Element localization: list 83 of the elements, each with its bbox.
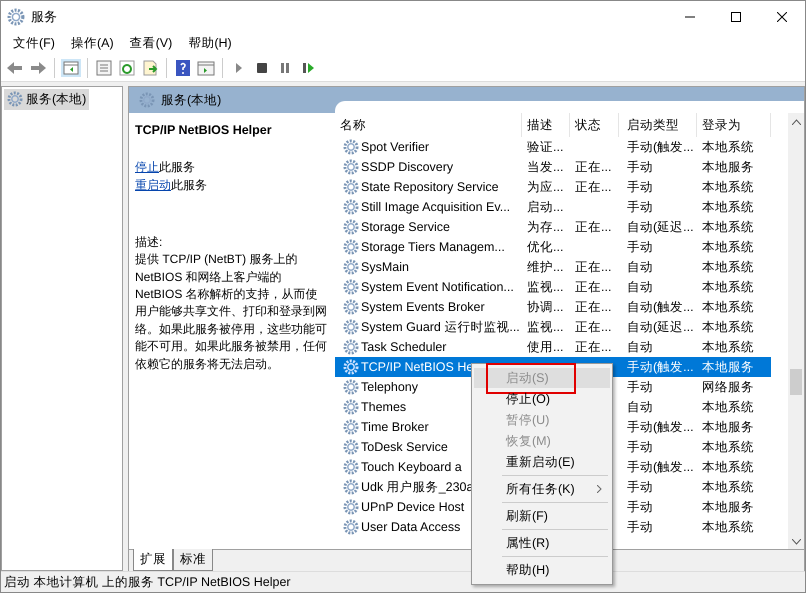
table-cell-text: 手动(触发... xyxy=(626,418,695,436)
table-cell-text: 本地系统 xyxy=(701,518,755,536)
table-cell-text: 手动 xyxy=(626,158,654,176)
table-cell-text: 自动 xyxy=(626,338,654,356)
service-name: Touch Keyboard a xyxy=(361,458,462,476)
table-cell-text: 自动(延迟... xyxy=(626,318,695,336)
table-cell-text: 手动 xyxy=(626,378,654,396)
service-name: SysMain xyxy=(361,258,409,276)
table-cell-text: 监视... xyxy=(526,318,564,336)
table-cell-text: 手动 xyxy=(626,238,654,256)
window-title: 服务 xyxy=(31,8,57,26)
table-cell-text: 自动 xyxy=(626,258,654,276)
table-cell-text: 手动(触发... xyxy=(626,458,695,476)
service-name: UPnP Device Host xyxy=(361,498,464,516)
description-label: 描述: xyxy=(135,234,164,251)
table-cell-text: 正在... xyxy=(574,278,612,296)
action-text: 此服务 xyxy=(159,160,195,174)
service-name: System Events Broker xyxy=(361,298,485,316)
service-name: Still Image Acquisition Ev... xyxy=(361,198,510,216)
table-cell-text: 本地服务 xyxy=(701,498,755,516)
service-name: User Data Access xyxy=(361,518,460,536)
description-text: 提供 TCP/IP (NetBT) 服务上的 NetBIOS 和网络上客户端的 NetBIOS 名称解析的支持，从而使用户能够共享文件、打印和登录到网络。如果此服务被停用，这些功能可能不可用。如果此服务被禁用，任何依赖它的服务将无法启动。 xyxy=(135,251,328,373)
table-cell-text: 本地系统 xyxy=(701,258,755,276)
table-cell-text: 手动 xyxy=(626,178,654,196)
table-cell-text: 本地服务 xyxy=(701,358,755,376)
table-cell-text: 监视... xyxy=(526,278,564,296)
service-name: System Guard 运行时监视... xyxy=(361,318,520,336)
table-cell-text: 正在... xyxy=(574,298,612,316)
table-cell-text: 自动 xyxy=(626,398,654,416)
service-name: SSDP Discovery xyxy=(361,158,454,176)
table-cell-text: 自动 xyxy=(626,278,654,296)
table-cell-text: 自动(延迟... xyxy=(626,218,695,236)
service-name: Time Broker xyxy=(361,418,429,436)
table-cell-text: 正在... xyxy=(574,318,612,336)
table-cell-text: 手动 xyxy=(626,498,654,516)
table-cell-text: 协调... xyxy=(526,298,564,316)
table-cell-text: 本地系统 xyxy=(701,178,755,196)
table-cell-text: 本地系统 xyxy=(701,218,755,236)
table-cell-text: 正在... xyxy=(574,158,612,176)
table-cell-text: 本地系统 xyxy=(701,138,755,156)
table-cell-text: 本地系统 xyxy=(701,238,755,256)
table-cell-text: 正在... xyxy=(574,218,612,236)
service-name: Telephony xyxy=(361,378,418,396)
table-cell-text: 使用... xyxy=(526,338,564,356)
table-cell-text: 验证... xyxy=(526,138,564,156)
service-name: ToDesk Service xyxy=(361,438,448,456)
table-cell-text: 启动... xyxy=(526,198,564,216)
table-cell-text: 手动 xyxy=(626,518,654,536)
service-name: System Event Notification... xyxy=(361,278,514,296)
table-cell-text: 本地系统 xyxy=(701,338,755,356)
table-cell-text: 自动(触发... xyxy=(626,298,695,316)
table-cell-text: 本地系统 xyxy=(701,298,755,316)
table-cell-text: 本地系统 xyxy=(701,278,755,296)
table-cell-text: 手动 xyxy=(626,198,654,216)
table-cell-text: 正在... xyxy=(574,178,612,196)
table-cell-text: 网络服务 xyxy=(701,378,755,396)
service-title: TCP/IP NetBIOS Helper xyxy=(135,122,273,139)
table-cell-text: 本地系统 xyxy=(701,458,755,476)
table-cell-text: 正在... xyxy=(574,258,612,276)
table-cell-text: 本地系统 xyxy=(701,478,755,496)
service-name: Spot Verifier xyxy=(361,138,430,156)
table-cell-text: 本地服务 xyxy=(701,418,755,436)
table-cell-text: 本地系统 xyxy=(701,198,755,216)
table-cell-text: 维护... xyxy=(526,258,564,276)
service-name: State Repository Service xyxy=(361,178,499,196)
table-cell-text: 手动 xyxy=(626,478,654,496)
action-text: 此服务 xyxy=(171,178,207,192)
table-cell-text: 当发... xyxy=(526,158,564,176)
table-cell-text: 手动 xyxy=(626,438,654,456)
table-cell-text: 为应... xyxy=(526,178,564,196)
service-name: Storage Tiers Managem... xyxy=(361,238,505,256)
service-name: Storage Service xyxy=(361,218,450,236)
table-cell-text: 本地系统 xyxy=(701,438,755,456)
table-cell-text: 优化... xyxy=(526,238,564,256)
table-cell-text: 手动(触发... xyxy=(626,138,695,156)
table-cell-text: 为存... xyxy=(526,218,564,236)
table-cell-text: 手动(触发... xyxy=(626,358,695,376)
table-cell-text: 本地服务 xyxy=(701,158,755,176)
table-cell-text: 正在... xyxy=(574,338,612,356)
table-cell-text: 本地系统 xyxy=(701,398,755,416)
service-name: Themes xyxy=(361,398,406,416)
table-cell-text: 本地系统 xyxy=(701,318,755,336)
service-name: Task Scheduler xyxy=(361,338,446,356)
